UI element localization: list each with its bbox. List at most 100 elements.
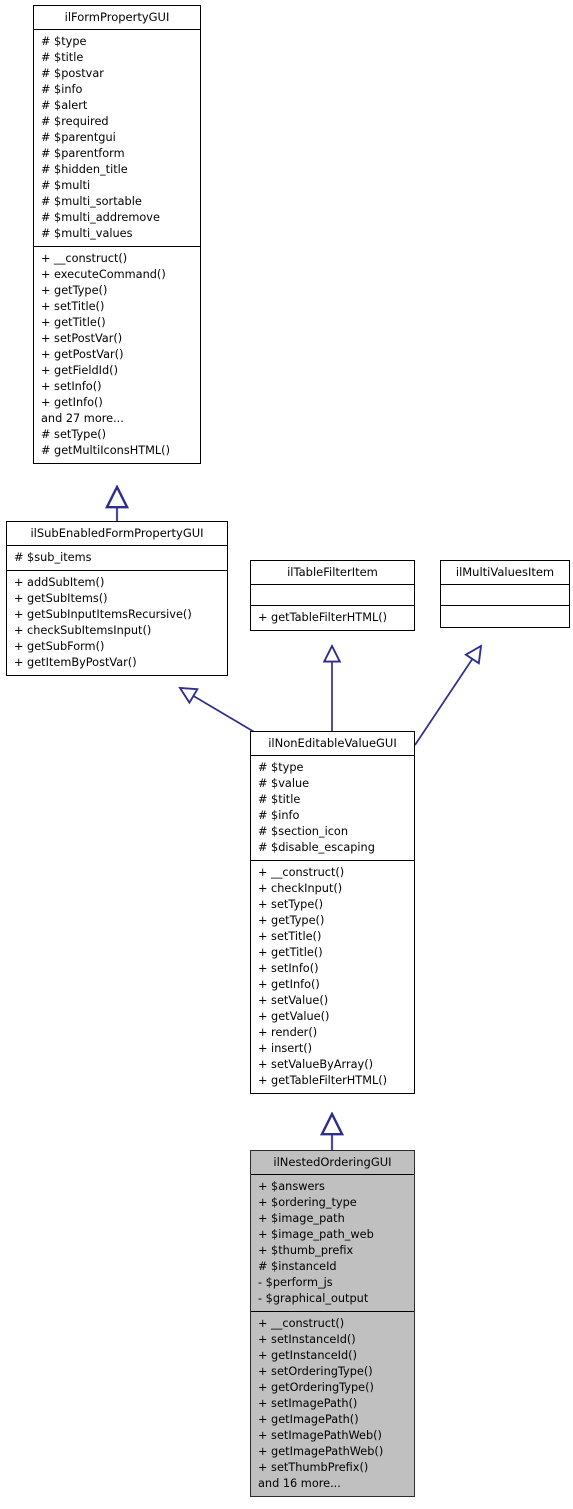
method-row: + getInfo() — [258, 978, 320, 991]
class-box-ilnoneditablevaluegui[interactable]: ilNonEditableValueGUI # $type # $value #… — [250, 731, 415, 1094]
attribute-row: + $answers — [258, 1180, 325, 1193]
class-title: ilNestedOrderingGUI — [251, 1151, 414, 1175]
attribute-row: # $instanceId — [258, 1260, 337, 1273]
attribute-row: # $required — [41, 115, 109, 128]
attribute-row: # $title — [41, 51, 84, 64]
class-box-ilnestedorderinggui[interactable]: ilNestedOrderingGUI + $answers + $orderi… — [250, 1150, 415, 1497]
method-row: + setTitle() — [41, 300, 105, 313]
attribute-row: + $ordering_type — [258, 1196, 357, 1209]
attribute-row: # $type — [258, 761, 304, 774]
method-row: + __construct() — [258, 1317, 345, 1330]
method-row: + checkSubItemsInput() — [14, 624, 152, 637]
method-row: + setThumbPrefix() — [258, 1461, 369, 1474]
attribute-row: - $perform_js — [258, 1276, 333, 1289]
method-row: + getTableFilterHTML() — [258, 1074, 388, 1087]
class-title: ilMultiValuesItem — [441, 561, 569, 585]
method-row: + getType() — [258, 914, 325, 927]
class-title: ilTableFilterItem — [251, 561, 414, 585]
method-row: + setImagePath() — [258, 1397, 358, 1410]
class-title: ilSubEnabledFormPropertyGUI — [7, 522, 227, 546]
method-row-more: and 27 more... — [41, 412, 124, 425]
attribute-row: # $disable_escaping — [258, 841, 375, 854]
class-attributes — [251, 585, 414, 606]
method-row: + setPostVar() — [41, 332, 123, 345]
attribute-row: # $section_icon — [258, 825, 348, 838]
method-row: + insert() — [258, 1042, 313, 1055]
class-methods: + __construct() + checkInput() + setType… — [251, 861, 414, 1093]
attribute-row: # $value — [258, 777, 310, 790]
method-row: # setType() — [41, 428, 107, 441]
attribute-row: # $info — [41, 83, 83, 96]
method-row: + getSubItems() — [14, 592, 108, 605]
method-row: + setInfo() — [258, 962, 319, 975]
attribute-row: - $graphical_output — [258, 1292, 369, 1305]
method-row: + getSubForm() — [14, 640, 105, 653]
method-row: + getPostVar() — [41, 348, 124, 361]
class-methods — [441, 606, 569, 627]
edge-noneditable-to-multivaluesitem — [414, 646, 481, 746]
method-row: + setInfo() — [41, 380, 102, 393]
attribute-row: # $hidden_title — [41, 163, 128, 176]
method-row: + getImagePath() — [258, 1413, 359, 1426]
class-attributes: # $type # $title # $postvar # $info # $a… — [34, 30, 200, 247]
method-row: + getOrderingType() — [258, 1381, 374, 1394]
method-row: + getFieldId() — [41, 364, 118, 377]
class-methods: + __construct() + setInstanceId() + getI… — [251, 1312, 414, 1496]
edge-noneditable-to-subenabled — [180, 688, 257, 734]
class-methods: + getTableFilterHTML() — [251, 606, 414, 630]
method-row: + setImagePathWeb() — [258, 1429, 382, 1442]
class-box-ilformpropertygui[interactable]: ilFormPropertyGUI # $type # $title # $po… — [33, 5, 201, 464]
method-row: + getType() — [41, 284, 108, 297]
class-attributes: # $type # $value # $title # $info # $sec… — [251, 756, 414, 861]
attribute-row: # $alert — [41, 99, 88, 112]
attribute-row: # $multi_sortable — [41, 195, 142, 208]
class-attributes — [441, 585, 569, 606]
class-box-ilmultivaluesitem[interactable]: ilMultiValuesItem — [440, 560, 570, 628]
method-row: + setValueByArray() — [258, 1058, 374, 1071]
method-row: + getItemByPostVar() — [14, 656, 137, 669]
method-row: + getInstanceId() — [258, 1349, 357, 1362]
method-row: + getValue() — [258, 1010, 330, 1023]
class-box-iltablefilteritem[interactable]: ilTableFilterItem + getTableFilterHTML() — [250, 560, 415, 631]
attribute-row: # $parentform — [41, 147, 125, 160]
attribute-row: # $multi_addremove — [41, 211, 160, 224]
attribute-row: # $multi — [41, 179, 91, 192]
class-box-ilsubenabledformpropertygui[interactable]: ilSubEnabledFormPropertyGUI # $sub_items… — [6, 521, 228, 676]
attribute-row: + $image_path — [258, 1212, 345, 1225]
method-row: + getImagePathWeb() — [258, 1445, 384, 1458]
method-row: + getTitle() — [41, 316, 106, 329]
method-row: + getTableFilterHTML() — [258, 611, 388, 624]
method-row: + setType() — [258, 898, 324, 911]
class-methods: + addSubItem() + getSubItems() + getSubI… — [7, 571, 227, 675]
method-row: + setOrderingType() — [258, 1365, 373, 1378]
attribute-row: # $info — [258, 809, 300, 822]
method-row: + addSubItem() — [14, 576, 105, 589]
method-row: + setInstanceId() — [258, 1333, 356, 1346]
method-row: # getMultiIconsHTML() — [41, 444, 170, 457]
method-row: + setTitle() — [258, 930, 322, 943]
method-row: + __construct() — [258, 866, 345, 879]
class-title: ilNonEditableValueGUI — [251, 732, 414, 756]
class-methods: + __construct() + executeCommand() + get… — [34, 247, 200, 463]
attribute-row: + $image_path_web — [258, 1228, 374, 1241]
attribute-row: + $thumb_prefix — [258, 1244, 354, 1257]
method-row-more: and 16 more... — [258, 1477, 341, 1490]
class-title: ilFormPropertyGUI — [34, 6, 200, 30]
method-row: + executeCommand() — [41, 268, 166, 281]
attribute-row: # $sub_items — [14, 551, 92, 564]
class-attributes: + $answers + $ordering_type + $image_pat… — [251, 1175, 414, 1312]
method-row: + render() — [258, 1026, 318, 1039]
attribute-row: # $multi_values — [41, 227, 133, 240]
attribute-row: # $parentgui — [41, 131, 116, 144]
uml-class-diagram: ilFormPropertyGUI # $type # $title # $po… — [0, 0, 573, 1509]
class-attributes: # $sub_items — [7, 546, 227, 571]
method-row: + getTitle() — [258, 946, 323, 959]
method-row: + setValue() — [258, 994, 329, 1007]
method-row: + checkInput() — [258, 882, 343, 895]
attribute-row: # $title — [258, 793, 301, 806]
method-row: + __construct() — [41, 252, 128, 265]
attribute-row: # $postvar — [41, 67, 104, 80]
attribute-row: # $type — [41, 35, 87, 48]
method-row: + getInfo() — [41, 396, 103, 409]
method-row: + getSubInputItemsRecursive() — [14, 608, 192, 621]
